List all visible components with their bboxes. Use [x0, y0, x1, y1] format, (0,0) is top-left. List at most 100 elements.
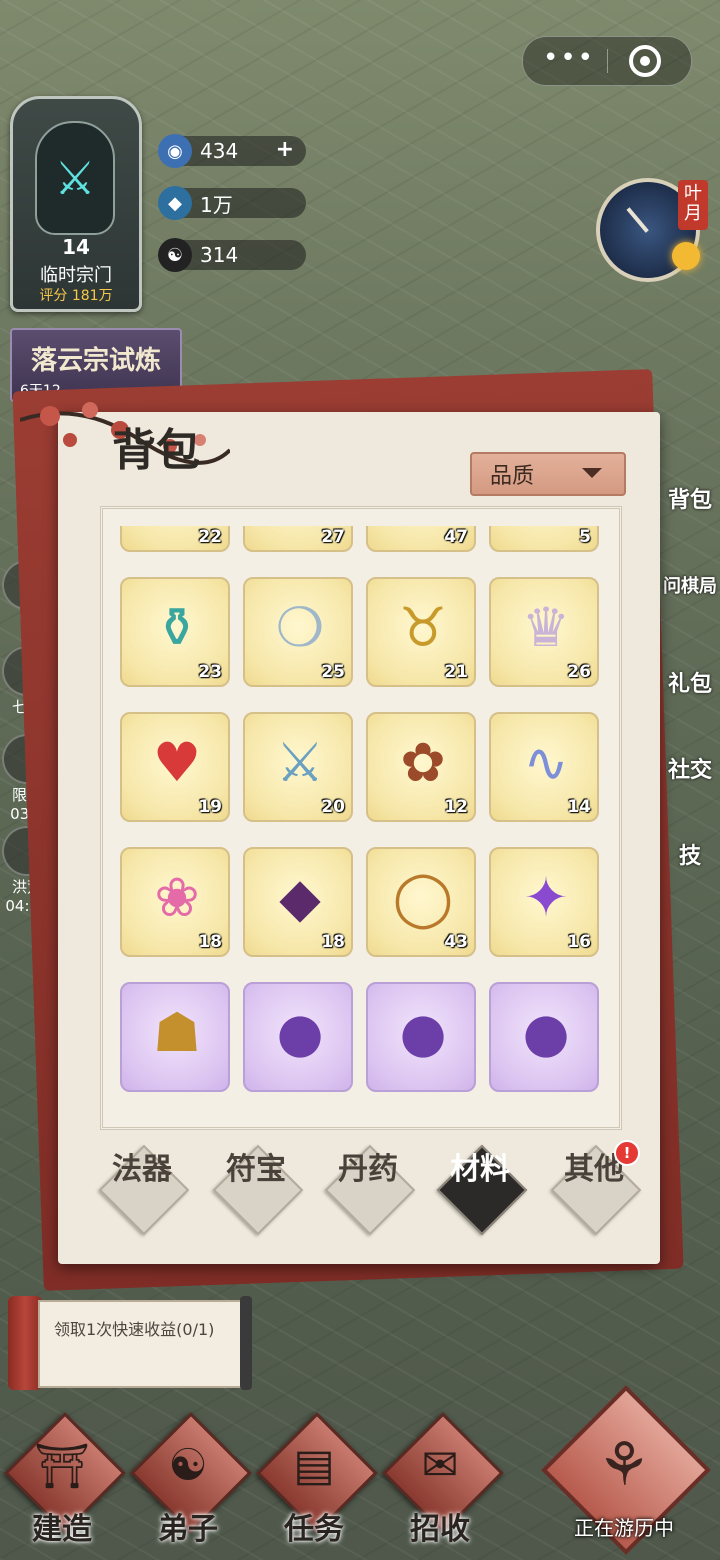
dragon-claw-icon: ⚔ — [275, 731, 325, 794]
nav-build-button[interactable]: ⛩ 建造 — [4, 1412, 126, 1550]
panel-title: 背包 — [112, 425, 200, 476]
tab-fubao[interactable]: 符宝 — [212, 1144, 304, 1236]
item-count: 22 — [198, 527, 222, 547]
item-slot[interactable]: ⚱ 23 — [120, 577, 230, 687]
tab-qita[interactable]: 其他 ! — [550, 1140, 642, 1236]
yin-yang-icon: ☯ — [158, 238, 192, 272]
scroll-end — [240, 1296, 252, 1390]
nav-label: 招收 — [410, 1512, 470, 1547]
tab-label: 材料 — [450, 1152, 510, 1187]
resource-value: 434 — [200, 139, 239, 163]
jade-vase-icon: ⚱ — [154, 596, 200, 659]
mini-program-capsule: ••• — [522, 36, 692, 86]
item-slot[interactable]: ✿ 12 — [366, 712, 476, 822]
travel-button[interactable]: ⚘ 正在游历中 — [536, 1380, 712, 1556]
item-slot[interactable]: ◯ 43 — [366, 847, 476, 957]
tab-label: 法器 — [112, 1152, 172, 1187]
tab-cailiao[interactable]: 材料 — [436, 1144, 528, 1236]
season-label: 叶月 — [678, 180, 708, 230]
close-target-icon[interactable] — [629, 45, 661, 77]
resource-spirit-stone[interactable]: ◉ 434 + — [158, 134, 306, 168]
item-count: 14 — [567, 797, 591, 817]
item-slot[interactable]: ❀ 18 — [120, 847, 230, 957]
traveler-icon: ⚘ — [597, 1430, 651, 1500]
item-slot[interactable]: ♉ 21 — [366, 577, 476, 687]
item-count: 26 — [567, 662, 591, 682]
item-slot[interactable]: ❍ 25 — [243, 577, 353, 687]
clock-hand — [626, 207, 649, 233]
item-slot[interactable]: ◆ 18 — [243, 847, 353, 957]
item-slot[interactable]: ● — [366, 982, 476, 1092]
nav-disciple-button[interactable]: ☯ 弟子 — [130, 1412, 252, 1550]
nav-label: 任务 — [284, 1512, 344, 1547]
invitation-icon: ✉ — [421, 1440, 459, 1491]
tab-danyao[interactable]: 丹药 — [324, 1144, 416, 1236]
category-tabs: 法器 符宝 丹药 材料 其他 ! — [98, 1140, 642, 1238]
resource-value: 1万 — [200, 192, 233, 217]
item-slot[interactable]: ✦ 16 — [489, 847, 599, 957]
tab-label: 符宝 — [226, 1152, 286, 1187]
nav-task-button[interactable]: ▤ 任务 — [256, 1412, 378, 1550]
sect-score: 评分 181万 — [39, 288, 113, 304]
sect-level: 14 — [62, 235, 90, 259]
resource-yin-yang[interactable]: ☯ 314 — [158, 238, 306, 272]
purple-orb-icon: ● — [276, 1001, 324, 1064]
add-resource-icon[interactable]: + — [276, 137, 294, 162]
heart-pouch-icon: ♥ — [152, 731, 202, 794]
item-slot[interactable]: ☁47 — [366, 526, 476, 552]
spirit-stone-icon: ◉ — [158, 134, 192, 168]
side-item-social[interactable]: 社交 — [660, 752, 720, 784]
item-slot[interactable]: ☁5 — [489, 526, 599, 552]
more-menu-icon[interactable]: ••• — [539, 45, 599, 75]
item-slot[interactable]: ☗ — [120, 982, 230, 1092]
scroll-roller — [8, 1296, 42, 1390]
trial-title: 落云宗试炼 — [30, 346, 161, 376]
item-count: 23 — [198, 662, 222, 682]
item-slot[interactable]: ⚔ 20 — [243, 712, 353, 822]
scroll-icon: ▤ — [293, 1440, 335, 1491]
sect-badge[interactable]: ⚔ 14 临时宗门 评分 181万 — [10, 96, 142, 312]
tab-label: 丹药 — [338, 1152, 398, 1187]
fox-mask-icon: ♛ — [521, 596, 571, 659]
ice-serpent-icon: ∿ — [523, 731, 569, 794]
nav-label: 弟子 — [158, 1512, 218, 1547]
sect-name: 临时宗门 — [40, 265, 112, 286]
quest-paper: 领取1次快速收益(0/1) — [38, 1300, 246, 1388]
chevron-down-icon — [582, 468, 602, 478]
item-grid: ☁22 ☁27 ☁47 ☁5 ⚱ 23 ❍ 25 ♉ 21 ♛ 26 ♥19⚔20✿12 ∿ 14 ❀18◆1… — [120, 526, 599, 1092]
item-slot[interactable]: ● — [489, 982, 599, 1092]
filter-label: 品质 — [490, 464, 535, 489]
quest-text: 领取1次快速收益(0/1) — [54, 1320, 215, 1339]
quality-filter-dropdown[interactable]: 品质 — [470, 452, 626, 496]
capsule-divider — [607, 49, 608, 73]
travel-label: 正在游历中 — [574, 1516, 674, 1540]
item-count: 25 — [321, 662, 345, 682]
item-count: 21 — [444, 662, 468, 682]
jade-dragon-ring-icon: ❍ — [275, 596, 325, 659]
item-count: 27 — [321, 527, 345, 547]
fire-lotus-icon: ❀ — [154, 866, 200, 929]
side-item-backpack[interactable]: 背包 — [660, 482, 720, 514]
talisman-gourd-icon: ☗ — [152, 1001, 202, 1064]
item-slot[interactable]: ☁22 — [120, 526, 230, 552]
item-slot[interactable]: ♛ 26 — [489, 577, 599, 687]
notification-badge-icon: ! — [614, 1140, 640, 1166]
item-slot[interactable]: ● — [243, 982, 353, 1092]
crystal-lotus-throne-icon: ✦ — [523, 866, 569, 929]
tab-faqi[interactable]: 法器 — [98, 1144, 190, 1236]
building-icon: ⛩ — [34, 1441, 90, 1492]
item-slot[interactable]: ∿ 14 — [489, 712, 599, 822]
quest-scroll[interactable]: 领取1次快速收益(0/1) — [8, 1290, 252, 1396]
item-slot[interactable]: ☁27 — [243, 526, 353, 552]
item-slot[interactable]: ♥ 19 — [120, 712, 230, 822]
side-item-gift[interactable]: 礼包 — [660, 666, 720, 698]
golden-bowl-icon: ♉ — [398, 596, 448, 659]
side-item-chess[interactable]: 问棋局 — [660, 572, 720, 598]
item-grid-viewport[interactable]: ☁22 ☁27 ☁47 ☁5 ⚱ 23 ❍ 25 ♉ 21 ♛ 26 ♥19⚔20✿12 ∿ 14 ❀18◆1… — [120, 526, 606, 1116]
resource-crystal[interactable]: ◆ 1万 — [158, 186, 306, 220]
item-count: 47 — [444, 527, 468, 547]
purple-orb-icon: ● — [399, 1001, 447, 1064]
nav-recruit-button[interactable]: ✉ 招收 — [382, 1412, 504, 1550]
sun-icon — [672, 242, 700, 270]
nav-label: 建造 — [32, 1512, 92, 1547]
